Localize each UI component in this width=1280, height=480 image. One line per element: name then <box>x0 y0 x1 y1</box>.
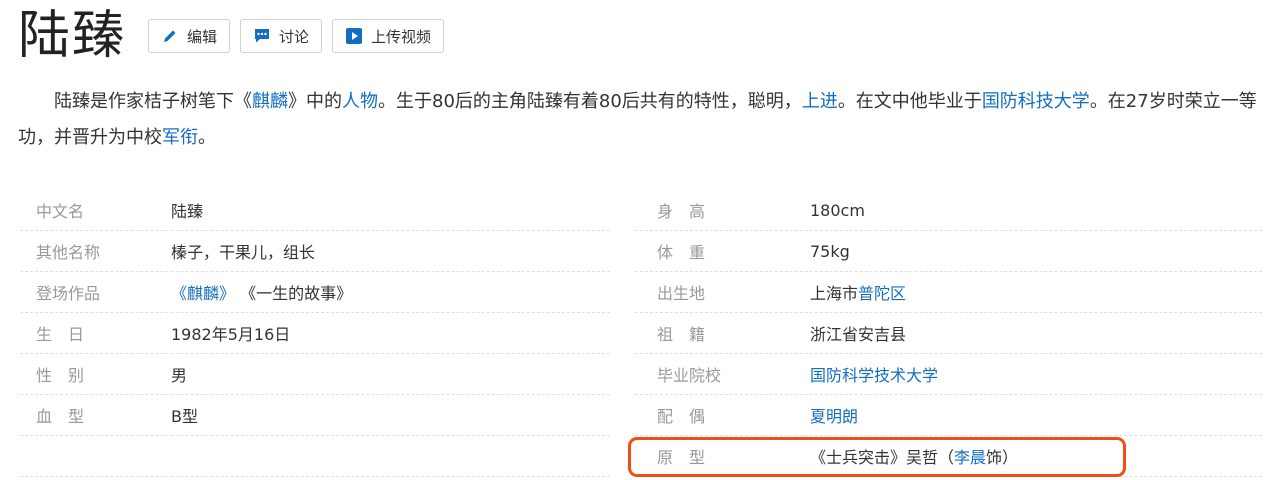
info-row-spouse: 配 偶 夏明朗 <box>635 395 1262 436</box>
info-value: 夏明朗 <box>810 403 858 427</box>
link-spouse[interactable]: 夏明朗 <box>810 407 858 426</box>
info-row-works: 登场作品 《麒麟》 《一生的故事》 <box>20 272 610 313</box>
info-row-weight: 体 重 75kg <box>635 231 1262 272</box>
work-title: 《一生的故事》 <box>240 284 353 303</box>
page-title: 陆臻 <box>18 6 127 66</box>
link-qilin-work[interactable]: 《麒麟》 <box>171 284 235 303</box>
upload-video-button[interactable]: 上传视频 <box>332 19 445 53</box>
info-value: 《麒麟》 《一生的故事》 <box>171 280 352 304</box>
link-nudt[interactable]: 国防科技大学 <box>982 91 1090 112</box>
info-value: 75kg <box>810 241 850 261</box>
info-value: 180cm <box>810 200 865 220</box>
info-row-blood-type: 血 型 B型 <box>20 395 610 436</box>
info-key: 出生地 <box>657 284 706 303</box>
info-row-empty <box>20 436 610 477</box>
summary-text: 。 <box>198 127 216 148</box>
info-row-other-names: 其他名称 榛子，干果儿，组长 <box>20 231 610 272</box>
info-key: 毕业院校 <box>657 366 722 385</box>
info-row-height: 身 高 180cm <box>635 190 1262 231</box>
chat-icon <box>253 27 271 45</box>
info-value: 国防科学技术大学 <box>810 362 938 386</box>
info-row-birthday: 生 日 1982年5月16日 <box>20 313 610 354</box>
summary-text: 陆臻是作家桔子树笔下《 <box>54 91 252 112</box>
info-key: 体 重 <box>657 243 706 262</box>
info-key: 配 偶 <box>657 407 706 426</box>
link-military-rank[interactable]: 军衔 <box>162 127 198 148</box>
summary-paragraph: 陆臻是作家桔子树笔下《麒麟》中的人物。生于80后的主角陆臻有着80后共有的特性，… <box>18 84 1264 156</box>
info-value: 男 <box>171 366 188 385</box>
info-key: 血 型 <box>36 407 85 426</box>
info-value: 浙江省安吉县 <box>810 325 907 344</box>
title-row: 陆臻 编辑 讨论 上传视频 <box>18 0 445 72</box>
edit-button[interactable]: 编辑 <box>148 19 231 53</box>
info-key: 身 高 <box>657 202 706 221</box>
info-value: 上海市普陀区 <box>810 280 906 304</box>
info-value: B型 <box>171 407 198 426</box>
info-row-birthplace: 出生地 上海市普陀区 <box>635 272 1262 313</box>
highlight-box <box>628 437 1126 477</box>
summary-text: 》中的 <box>288 91 342 112</box>
info-key: 生 日 <box>36 325 85 344</box>
discuss-button-label: 讨论 <box>279 27 310 46</box>
info-value: 1982年5月16日 <box>171 325 291 344</box>
info-row-gender: 性 别 男 <box>20 354 610 395</box>
info-key: 祖 籍 <box>657 325 706 344</box>
info-row-ancestry: 祖 籍 浙江省安吉县 <box>635 313 1262 354</box>
info-row-school: 毕业院校 国防科学技术大学 <box>635 354 1262 395</box>
pencil-icon <box>161 27 179 45</box>
edit-button-label: 编辑 <box>187 27 218 46</box>
summary-text: 。生于80后的主角陆臻有着80后共有的特性，聪明， <box>378 91 802 112</box>
upload-video-button-label: 上传视频 <box>371 27 432 46</box>
play-icon <box>345 27 363 45</box>
link-putuo[interactable]: 普陀区 <box>858 284 906 303</box>
info-row-chinese-name: 中文名 陆臻 <box>20 190 610 231</box>
info-key: 中文名 <box>36 202 85 221</box>
info-key: 性 别 <box>36 366 85 385</box>
info-value: 榛子，干果儿，组长 <box>171 243 316 262</box>
link-character[interactable]: 人物 <box>342 91 378 112</box>
summary-text: 。在文中他毕业于 <box>837 91 982 112</box>
birthplace-city: 上海市 <box>810 284 859 303</box>
link-school[interactable]: 国防科学技术大学 <box>810 366 938 385</box>
info-key: 登场作品 <box>36 284 101 303</box>
info-value: 陆臻 <box>171 202 204 221</box>
info-key: 其他名称 <box>36 243 101 262</box>
link-qilin[interactable]: 麒麟 <box>252 91 288 112</box>
discuss-button[interactable]: 讨论 <box>240 19 323 53</box>
link-shangjin[interactable]: 上进 <box>802 91 838 112</box>
